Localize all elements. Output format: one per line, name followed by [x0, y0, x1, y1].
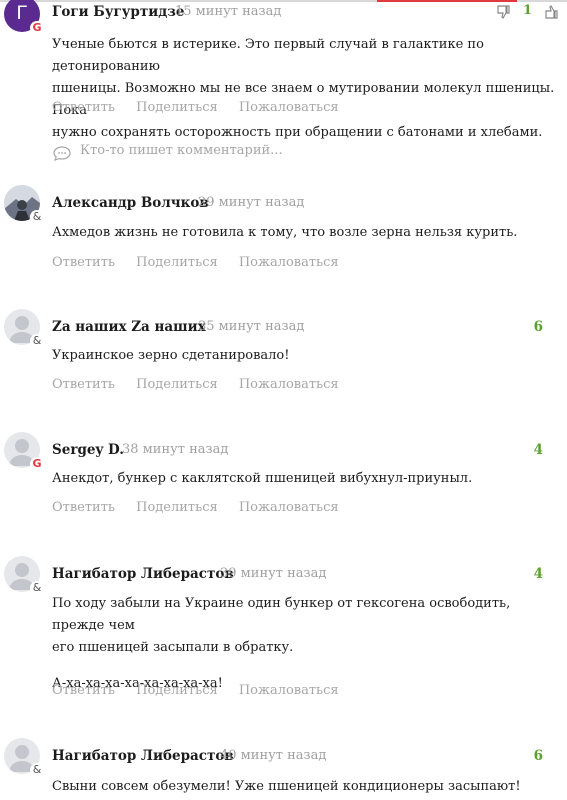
comment-time: 29 минут назад	[198, 195, 305, 210]
avatar[interactable]: G	[4, 432, 44, 471]
comment-author[interactable]: Za наших Za наших	[52, 319, 206, 335]
speech-bubble-icon	[52, 145, 72, 167]
google-badge-icon: G	[30, 457, 44, 471]
comment-text-line: его пшеницей засыпали в обратку.	[52, 640, 294, 655]
comment-text-line: Ученые бьются в истерике. Это первый слу…	[52, 37, 484, 74]
comment-actions: Ответить Поделиться Пожаловаться	[52, 255, 356, 270]
reply-link[interactable]: Ответить	[52, 683, 115, 698]
report-link[interactable]: Пожаловаться	[239, 683, 339, 698]
comment-time: 40 минут назад	[220, 748, 327, 763]
comment-text-line: По ходу забыли на Украине один бункер от…	[52, 596, 511, 633]
report-link[interactable]: Пожаловаться	[239, 500, 339, 515]
comment-score: 4	[533, 566, 543, 582]
comment-text-line: Ахмедов жизнь не готовила к тому, что во…	[52, 225, 518, 240]
share-link[interactable]: Поделиться	[136, 683, 218, 698]
vote-controls: 1	[495, 3, 565, 23]
comment-text: Украинское зерно сдетанировало!	[52, 345, 562, 367]
top-accent-line	[377, 0, 517, 2]
comment-time: 38 минут назад	[122, 442, 229, 457]
like-icon[interactable]	[543, 4, 559, 24]
comment-author[interactable]: Александр Волчков	[52, 195, 209, 211]
share-link[interactable]: Поделиться	[136, 255, 218, 270]
avatar-badge-icon: &	[30, 334, 44, 348]
share-link[interactable]: Поделиться	[136, 377, 218, 392]
typing-indicator: Кто-то пишет комментарий...	[80, 143, 283, 158]
reply-link[interactable]: Ответить	[52, 500, 115, 515]
google-badge-icon: G	[30, 21, 44, 35]
report-link[interactable]: Пожаловаться	[239, 377, 339, 392]
like-count: 1	[523, 3, 533, 18]
report-link[interactable]: Пожаловаться	[239, 100, 339, 115]
comment-time: 39 минут назад	[220, 566, 327, 581]
comment-author[interactable]: Нагибатор Либерастов	[52, 748, 234, 764]
comment-score: 4	[533, 442, 543, 458]
comment-actions: Ответить Поделиться Пожаловаться	[52, 377, 356, 392]
comment-actions: Ответить Поделиться Пожаловаться	[52, 500, 356, 515]
top-divider	[0, 0, 567, 2]
reply-link[interactable]: Ответить	[52, 100, 115, 115]
comment-text-line: нужно сохранять осторожность при обращен…	[52, 125, 543, 140]
comment-actions: Ответить Поделиться Пожаловаться	[52, 100, 356, 115]
comment-score: 6	[533, 748, 543, 764]
comment-score: 6	[533, 319, 543, 335]
avatar[interactable]: &	[4, 738, 44, 777]
avatar-badge-icon: &	[30, 763, 44, 777]
share-link[interactable]: Поделиться	[136, 100, 218, 115]
avatar[interactable]: &	[4, 556, 44, 595]
comment-text: Ахмедов жизнь не готовила к тому, что во…	[52, 222, 562, 244]
comment-text: По ходу забыли на Украине один бункер от…	[52, 593, 562, 695]
comment-time: 35 минут назад	[198, 319, 305, 334]
dislike-icon[interactable]	[495, 4, 511, 24]
avatar[interactable]: Г G	[4, 0, 44, 35]
comment-text-line: Анекдот, бункер с каклятской пшеницей ви…	[52, 471, 473, 486]
comment-author[interactable]: Sergey D.	[52, 442, 124, 458]
comment-text: Свыни совсем обезумели! Уже пшеницей кон…	[52, 776, 562, 798]
comment-text-line: Свыни совсем обезумели! Уже пшеницей кон…	[52, 779, 521, 794]
share-link[interactable]: Поделиться	[136, 500, 218, 515]
comment-author[interactable]: Гоги Бугуртидзе	[52, 4, 184, 20]
reply-link[interactable]: Ответить	[52, 255, 115, 270]
comment-text-line: Украинское зерно сдетанировало!	[52, 348, 290, 363]
comment-text: Анекдот, бункер с каклятской пшеницей ви…	[52, 468, 562, 490]
avatar-badge-icon: &	[30, 581, 44, 595]
comment-text: Ученые бьются в истерике. Это первый слу…	[52, 34, 562, 144]
reply-link[interactable]: Ответить	[52, 377, 115, 392]
avatar-initial: Г	[16, 2, 28, 24]
comment-time: 15 минут назад	[175, 4, 282, 19]
comment-actions: Ответить Поделиться Пожаловаться	[52, 683, 356, 698]
avatar[interactable]: &	[4, 185, 44, 224]
avatar[interactable]: &	[4, 309, 44, 348]
avatar-badge-icon: &	[30, 210, 44, 224]
comment-author[interactable]: Нагибатор Либерастов	[52, 566, 234, 582]
report-link[interactable]: Пожаловаться	[239, 255, 339, 270]
